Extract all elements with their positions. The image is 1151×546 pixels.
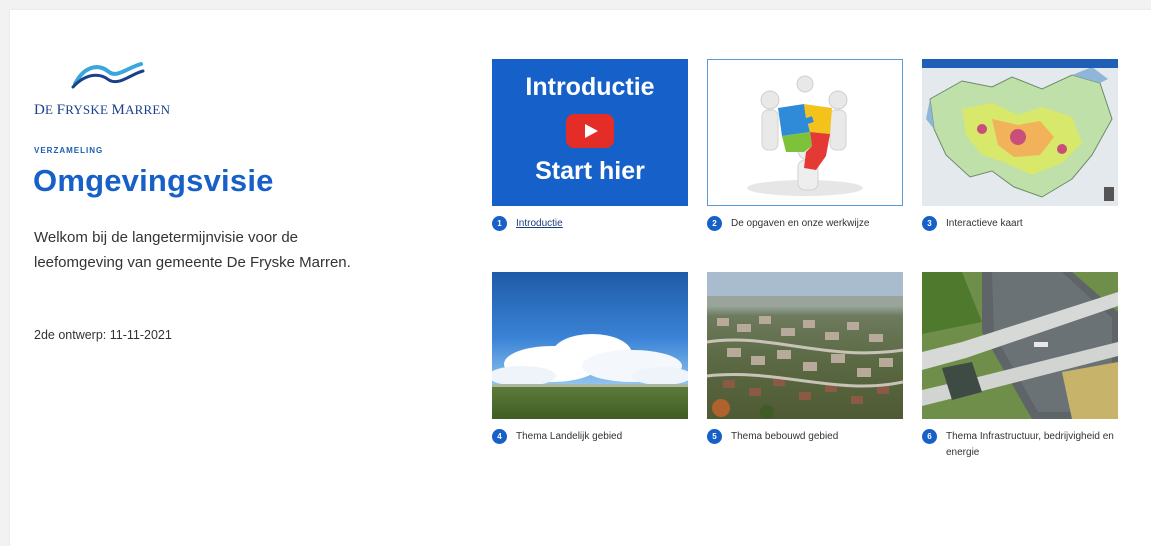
field-strip bbox=[492, 387, 688, 419]
step-number-badge: 4 bbox=[492, 429, 507, 444]
tile-thumbnail[interactable] bbox=[922, 59, 1118, 206]
tile-thumbnail[interactable] bbox=[707, 272, 903, 419]
tile-caption[interactable]: 2 De opgaven en onze werkwijze bbox=[707, 216, 903, 232]
step-number-badge: 3 bbox=[922, 216, 937, 231]
tile-label[interactable]: Thema Landelijk gebied bbox=[516, 429, 622, 445]
tile-landelijk-gebied[interactable]: 4 Thema Landelijk gebied bbox=[492, 272, 688, 444]
tile-opgaven[interactable]: 2 De opgaven en onze werkwijze bbox=[707, 59, 903, 231]
tile-caption[interactable]: 6 Thema Infrastructuur, bedrijvigheid en… bbox=[922, 429, 1118, 461]
aqueduct-image bbox=[922, 272, 1118, 419]
brand-logo: DE FRYSKE MARREN bbox=[34, 54, 214, 124]
tile-introductie[interactable]: Introductie Start hier 1 Introductie bbox=[492, 59, 688, 231]
thumbnail-title: Introductie bbox=[525, 73, 655, 101]
tile-label[interactable]: Thema bebouwd gebied bbox=[731, 429, 838, 445]
tile-caption[interactable]: 1 Introductie bbox=[492, 216, 688, 232]
tile-label[interactable]: Introductie bbox=[516, 216, 563, 232]
aerial-town-image bbox=[707, 272, 903, 419]
tile-caption[interactable]: 3 Interactieve kaart bbox=[922, 216, 1118, 232]
step-number-badge: 6 bbox=[922, 429, 937, 444]
tile-interactieve-kaart[interactable]: 3 Interactieve kaart bbox=[922, 59, 1118, 231]
tile-bebouwd-gebied[interactable]: 5 Thema bebouwd gebied bbox=[707, 272, 903, 444]
brand-name: DE FRYSKE MARREN bbox=[34, 102, 171, 118]
tile-label[interactable]: Thema Infrastructuur, bedrijvigheid en e… bbox=[946, 429, 1118, 461]
play-button-icon[interactable] bbox=[566, 114, 614, 148]
story-collection-card: DE FRYSKE MARREN VERZAMELING Omgevingsvi… bbox=[10, 10, 1151, 546]
step-number-badge: 5 bbox=[707, 429, 722, 444]
map-icon bbox=[922, 67, 1118, 206]
map-header-bar bbox=[922, 59, 1118, 68]
step-number-badge: 1 bbox=[492, 216, 507, 231]
tile-label[interactable]: Interactieve kaart bbox=[946, 216, 1023, 232]
tile-label[interactable]: De opgaven en onze werkwijze bbox=[731, 216, 869, 232]
page-title: Omgevingsvisie bbox=[33, 163, 274, 198]
wave-logo-icon bbox=[71, 62, 145, 89]
puzzle-icon bbox=[747, 75, 863, 196]
thumbnail-subtitle: Start hier bbox=[535, 157, 645, 185]
collection-label: VERZAMELING bbox=[34, 146, 104, 155]
tile-thumbnail[interactable]: Introductie Start hier bbox=[492, 59, 688, 206]
intro-text: Welkom bij de langetermijnvisie voor de … bbox=[34, 229, 351, 271]
tile-thumbnail[interactable] bbox=[492, 272, 688, 419]
draft-date: 2de ontwerp: 11-11-2021 bbox=[34, 328, 172, 342]
step-number-badge: 2 bbox=[707, 216, 722, 231]
tile-thumbnail[interactable] bbox=[707, 59, 903, 206]
tile-thumbnail[interactable] bbox=[922, 272, 1118, 419]
tile-caption[interactable]: 5 Thema bebouwd gebied bbox=[707, 429, 903, 445]
tile-infrastructuur[interactable]: 6 Thema Infrastructuur, bedrijvigheid en… bbox=[922, 272, 1118, 458]
tile-caption[interactable]: 4 Thema Landelijk gebied bbox=[492, 429, 688, 445]
